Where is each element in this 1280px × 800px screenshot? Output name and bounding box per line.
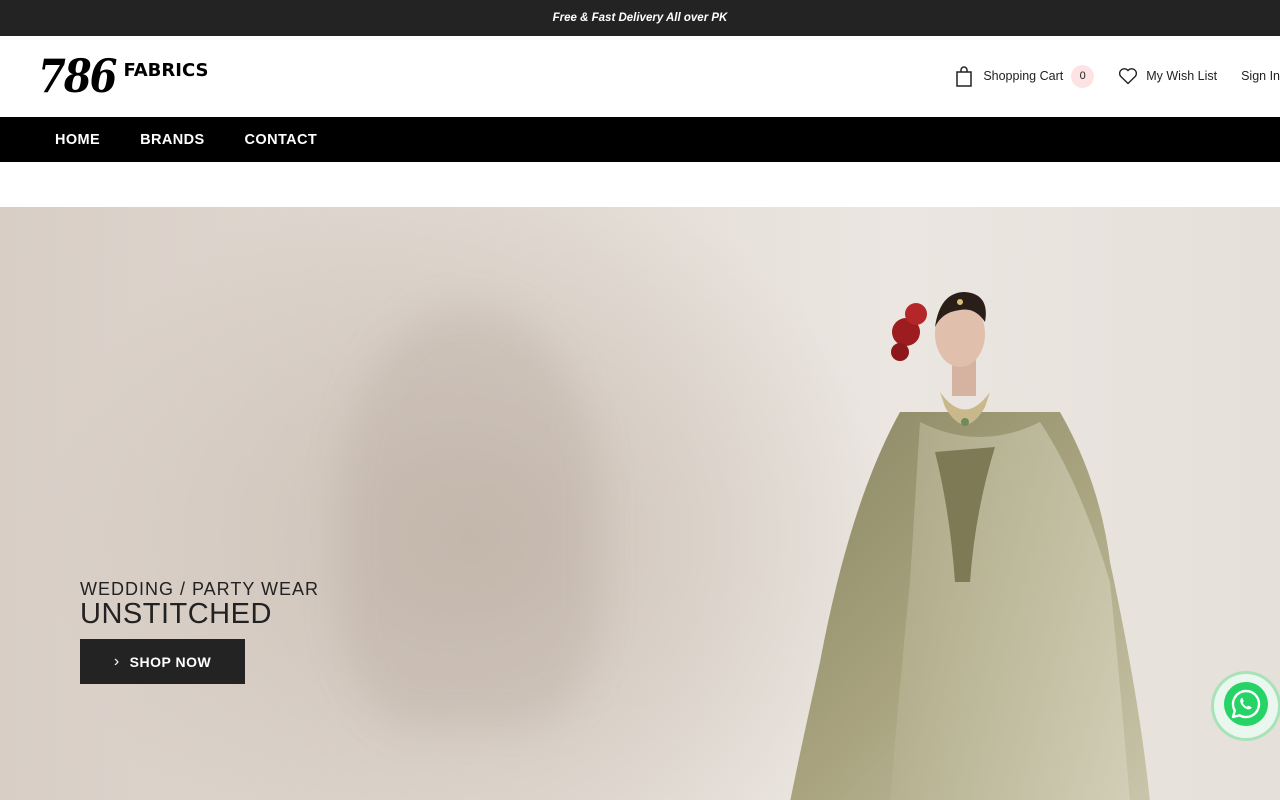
whatsapp-button[interactable] [1214,674,1278,738]
shopping-cart-label: Shopping Cart [983,69,1064,83]
nav-item-brands[interactable]: BRANDS [140,132,204,148]
heart-icon [1118,67,1138,85]
sign-in-label: Sign In [1241,69,1280,83]
header-links: Shopping Cart 0 My Wish List Sign In [955,62,1280,90]
logo-number: 786 [38,49,117,104]
hero-shadow [340,307,600,727]
hero-subtitle: WEDDING / PARTY WEAR [80,579,320,599]
hero-model-image [790,292,1150,800]
hero-text: WEDDING / PARTY WEAR UNSTITCHED [80,579,319,631]
announcement-bar: Free & Fast Delivery All over PK [0,0,1280,36]
main-nav: HOME BRANDS CONTACT [0,117,1280,162]
shopping-cart-link[interactable]: Shopping Cart 0 [955,64,1095,88]
bag-icon [955,65,973,87]
chevron-right-icon: › [113,652,120,670]
cart-count-badge: 0 [1071,64,1095,88]
hero-title: UNSTITCHED [80,598,272,630]
wishlist-label: My Wish List [1146,69,1218,83]
announcement-text: Free & Fast Delivery All over PK [552,12,728,24]
logo-word: FABRICS [123,59,209,81]
wishlist-link[interactable]: My Wish List [1118,67,1217,85]
hero-banner: WEDDING / PARTY WEAR UNSTITCHED › SHOP N… [0,207,1280,800]
site-logo[interactable]: 786 FABRICS [38,48,208,106]
shop-now-label: SHOP NOW [129,653,212,670]
site-header: 786 FABRICS Shopping Cart 0 My Wish List… [0,36,1280,117]
nav-item-contact[interactable]: CONTACT [245,132,318,148]
shop-now-button[interactable]: › SHOP NOW [80,639,245,684]
nav-item-home[interactable]: HOME [55,132,100,148]
whatsapp-icon [1222,680,1270,733]
sign-in-link[interactable]: Sign In [1241,69,1280,83]
